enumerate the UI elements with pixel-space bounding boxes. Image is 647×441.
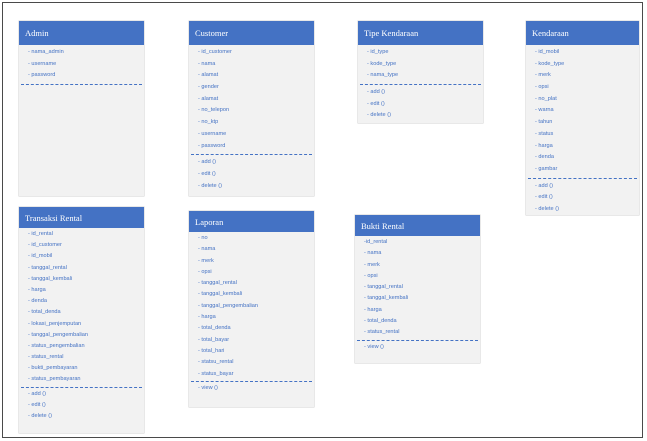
attribute: - username <box>198 130 227 137</box>
class-title: Customer <box>189 21 314 45</box>
attribute: -id_rental <box>364 239 388 245</box>
attribute: - kode_type <box>367 60 397 67</box>
attribute: - harga <box>535 142 553 149</box>
attribute: - denda <box>535 154 554 161</box>
attribute: - status_pengembalian <box>28 342 85 349</box>
attribute: - tanggal_kembali <box>28 275 73 282</box>
method: - delete () <box>367 112 391 119</box>
class-admin: Admin - nama_admin - username - password <box>19 21 144 196</box>
attribute: - id_mobil <box>28 253 53 260</box>
class-customer: Customer - id_customer - nama - alamat -… <box>189 21 314 196</box>
class-title: Tipe Kendaraan <box>358 21 483 45</box>
class-tipe-kendaraan: Tipe Kendaraan - id_type - kode_type - n… <box>358 21 483 123</box>
attribute: - harga <box>198 314 216 321</box>
method: - edit () <box>535 194 553 201</box>
attribute: - total_denda <box>198 325 231 332</box>
attribute: - status_rental <box>28 354 64 361</box>
attribute: - status_pembayaran <box>28 376 81 383</box>
attribute: - merk <box>198 257 214 264</box>
method: - delete () <box>198 182 222 189</box>
attribute: - opsi <box>198 268 212 275</box>
attribute: - tahun <box>535 119 553 126</box>
attribute: - harga <box>364 306 382 313</box>
attribute: - alamat <box>198 72 219 79</box>
class-title: Laporan <box>189 211 314 232</box>
attribute: - no_ktp <box>198 119 219 126</box>
attribute: - tanggal_pengembalian <box>198 302 259 309</box>
method: - edit () <box>367 100 385 107</box>
method: - delete () <box>535 205 559 212</box>
method: - add () <box>367 89 386 96</box>
class-title: Transaksi Rental <box>19 207 144 228</box>
attribute: - total_hari <box>198 347 225 354</box>
attribute: - total_denda <box>28 309 61 316</box>
attribute: - tanggal_kembali <box>198 291 243 298</box>
attribute: - alamat <box>198 95 219 102</box>
attribute: - lokasi_penjemputan <box>28 320 82 327</box>
class-title: Admin <box>19 21 144 45</box>
attribute: - no_plat <box>535 95 557 102</box>
attribute: - username <box>28 60 57 67</box>
method: - edit () <box>198 170 216 177</box>
attribute: - harga <box>28 286 46 293</box>
method: - view () <box>198 384 218 391</box>
attribute: - status_bayar <box>198 370 234 377</box>
attribute: - status_rental <box>364 329 400 336</box>
attribute: - password <box>28 72 56 79</box>
method: - view () <box>364 343 384 350</box>
method: - delete () <box>28 413 52 419</box>
attribute: - total_bayar <box>198 336 230 343</box>
section-divider <box>21 84 142 86</box>
attribute: - id_customer <box>28 242 62 249</box>
attribute: - gender <box>198 84 219 91</box>
attribute: - tanggal_rental <box>364 284 403 291</box>
attribute: - merk <box>364 261 380 268</box>
attribute: - nama_type <box>367 72 399 79</box>
attribute: - tanggal_kembali <box>364 295 409 302</box>
attribute: - no <box>198 235 208 241</box>
attribute: - id_rental <box>28 231 53 237</box>
method: - add () <box>535 182 554 189</box>
attribute: - warna <box>535 107 554 114</box>
method: - edit () <box>28 401 46 408</box>
attribute: - kode_type <box>535 60 565 67</box>
class-kendaraan: Kendaraan - id_mobil - kode_type - merk … <box>526 21 639 215</box>
attribute: - status <box>535 130 554 137</box>
method: - add () <box>28 390 47 397</box>
attribute: - total_denda <box>364 318 397 325</box>
attribute: - opsi <box>364 272 378 279</box>
class-transaksi-rental: Transaksi Rental - id_rental - id_custom… <box>19 207 144 433</box>
class-laporan: Laporan - no - nama - merk - opsi - tang… <box>189 211 314 407</box>
diagram-canvas: Admin - nama_admin - username - password… <box>2 2 643 438</box>
attribute: - nama_admin <box>28 49 64 55</box>
attribute: - tanggal_rental <box>28 264 67 271</box>
attribute: - id_customer <box>198 49 232 55</box>
attribute: - tanggal_pengembalian <box>28 331 89 338</box>
attribute: - merk <box>535 72 551 79</box>
attribute: - opsi <box>535 84 549 91</box>
class-bukti-rental: Bukti Rental -id_rental - nama - merk - … <box>355 215 480 363</box>
attribute: - bukti_pembayaran <box>28 365 78 372</box>
attribute: - nama <box>198 246 216 253</box>
attribute: - tanggal_rental <box>198 280 237 287</box>
attribute: - id_type <box>367 49 389 55</box>
attribute: - no_telepon <box>198 107 230 114</box>
attribute: - denda <box>28 298 47 305</box>
class-title: Bukti Rental <box>355 215 480 236</box>
attribute: - nama <box>364 250 382 257</box>
attribute: - nama <box>198 60 216 67</box>
attribute: - id_mobil <box>535 49 560 55</box>
attribute: - gambar <box>535 165 558 172</box>
method: - add () <box>198 159 217 166</box>
class-title: Kendaraan <box>526 21 639 45</box>
attribute: - statsu_rental <box>198 359 234 366</box>
attribute: - password <box>198 142 226 149</box>
